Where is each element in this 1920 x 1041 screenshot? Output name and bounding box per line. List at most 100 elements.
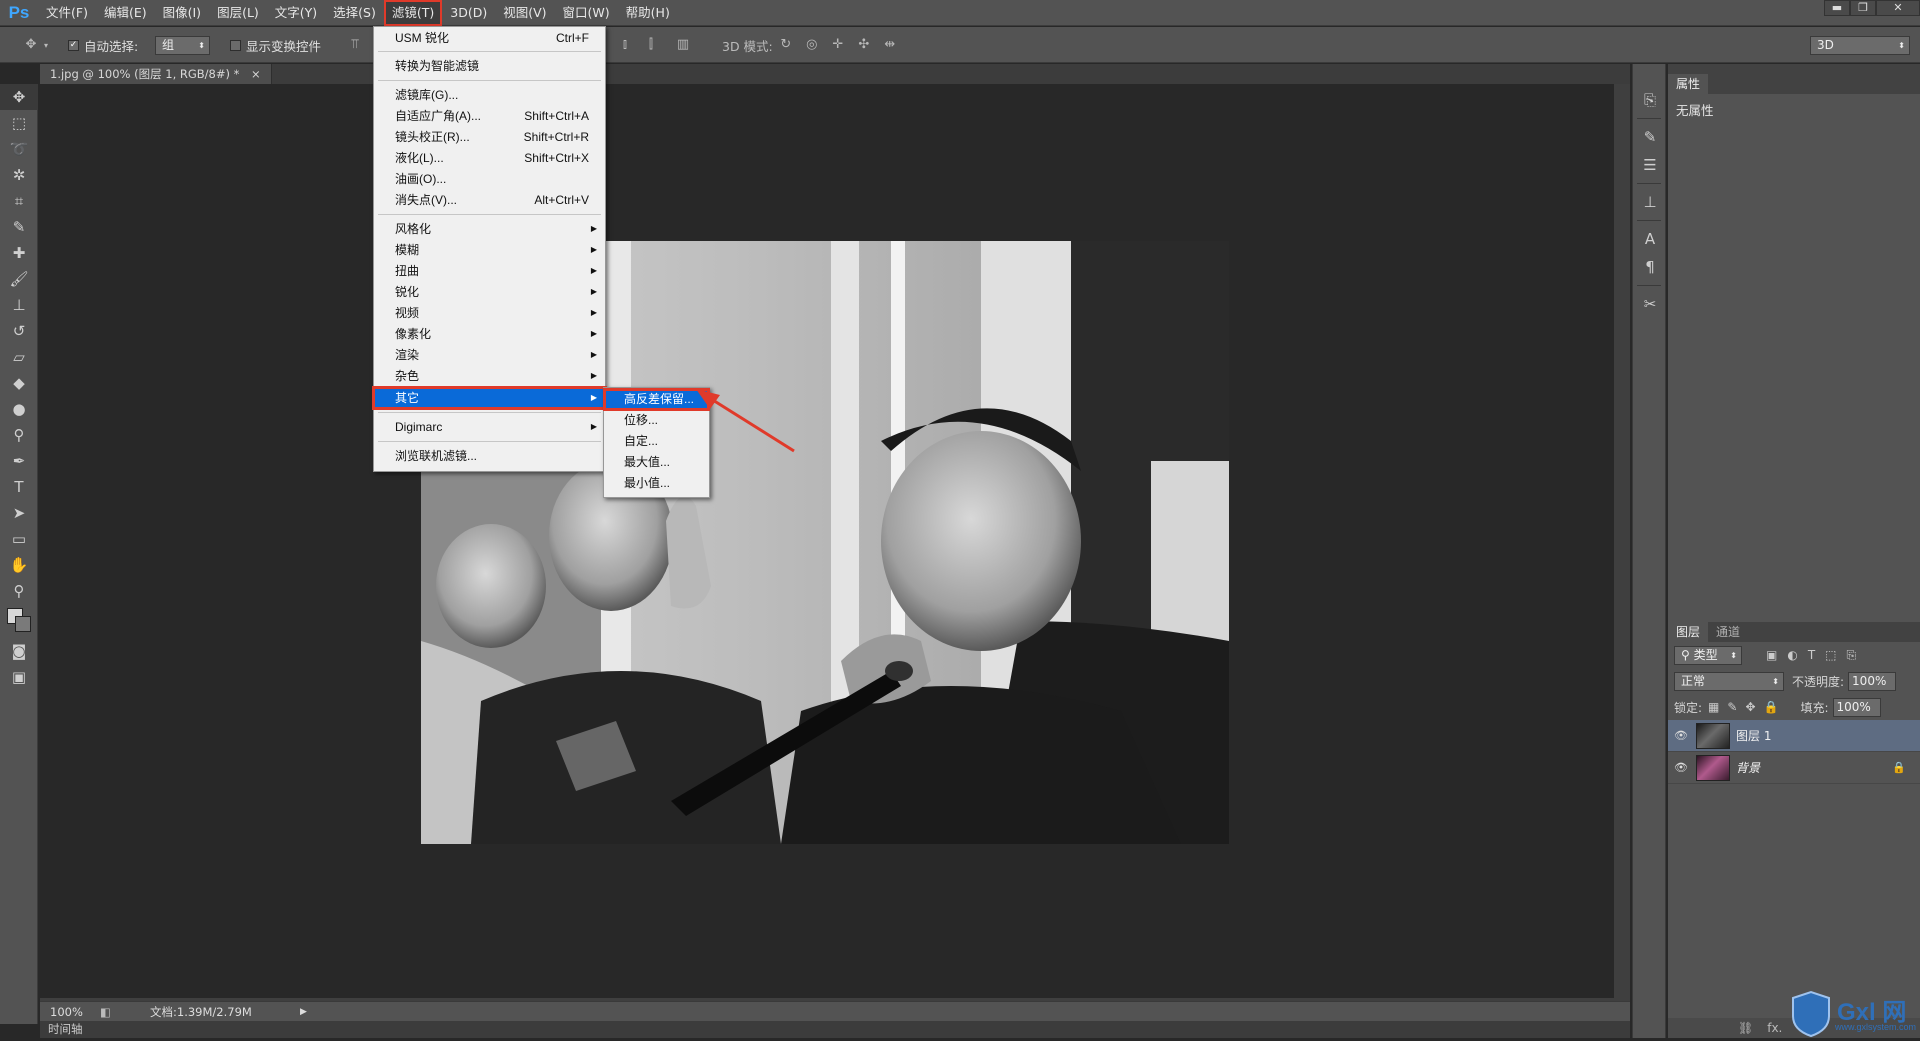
screen-mode-icon[interactable]: ▣: [0, 664, 38, 690]
layer-name[interactable]: 图层 1: [1736, 727, 1771, 744]
filter-smart-object-icon[interactable]: ⎘: [1847, 648, 1857, 663]
restore-button[interactable]: ❐: [1850, 0, 1876, 16]
magic-wand-tool-icon[interactable]: ✲: [0, 162, 38, 188]
brush-tool-icon[interactable]: 🖌: [0, 266, 38, 292]
filter-adjustment-icon[interactable]: ◐: [1787, 648, 1797, 662]
timeline-panel-tab[interactable]: 时间轴: [40, 1021, 1630, 1038]
layer-kind-filter[interactable]: ⚲ 类型 ⬍: [1674, 645, 1742, 665]
menu-type[interactable]: 文字(Y): [267, 0, 325, 26]
menu-item-stylize[interactable]: 风格化 ▶: [374, 219, 605, 239]
menu-window[interactable]: 窗口(W): [555, 0, 618, 26]
tab-layers[interactable]: 图层: [1668, 622, 1709, 642]
lasso-tool-icon[interactable]: ➰: [0, 136, 38, 162]
color-swatches[interactable]: [0, 604, 38, 638]
slide-3d-icon[interactable]: ✣: [855, 37, 873, 53]
menu-item-render[interactable]: 渲染 ▶: [374, 345, 605, 365]
menu-filter[interactable]: 滤镜(T): [383, 0, 443, 26]
crop-tool-icon[interactable]: ⌗: [0, 188, 38, 214]
photoshop-logo-icon[interactable]: Ps: [0, 0, 38, 26]
history-brush-tool-icon[interactable]: ↺: [0, 318, 38, 344]
visibility-eye-icon[interactable]: 👁: [1674, 729, 1690, 742]
menu-item-liquify[interactable]: 液化(L)... Shift+Ctrl+X: [374, 148, 605, 168]
zoom-tool-icon[interactable]: ⚲: [0, 578, 38, 604]
menu-item-distort[interactable]: 扭曲 ▶: [374, 261, 605, 281]
layer-row[interactable]: 👁 背景 🔒: [1668, 752, 1920, 784]
submenu-item-minimum[interactable]: 最小值...: [604, 473, 709, 494]
history-panel-icon[interactable]: ⎘: [1633, 86, 1667, 114]
paragraph-panel-icon[interactable]: ¶: [1633, 253, 1667, 281]
pen-tool-icon[interactable]: ✒: [0, 448, 38, 474]
lock-all-icon[interactable]: 🔒: [1764, 700, 1779, 714]
eyedropper-tool-icon[interactable]: ✎: [0, 214, 38, 240]
align-top-icon[interactable]: ⫪: [346, 37, 364, 53]
scale-3d-icon[interactable]: ⇹: [881, 37, 899, 53]
path-selection-tool-icon[interactable]: ➤: [0, 500, 38, 526]
menu-item-noise[interactable]: 杂色 ▶: [374, 366, 605, 386]
menu-item-browse-online-filters[interactable]: 浏览联机滤镜...: [374, 446, 605, 466]
link-layers-icon[interactable]: ⛓: [1738, 1021, 1753, 1035]
pan-3d-icon[interactable]: ✛: [829, 37, 847, 53]
move-tool-icon[interactable]: ✥: [0, 84, 38, 110]
menu-view[interactable]: 视图(V): [495, 0, 554, 26]
zoom-level[interactable]: 100%: [50, 1005, 100, 1019]
fill-input[interactable]: 100%: [1832, 697, 1881, 717]
menu-item-blur[interactable]: 模糊 ▶: [374, 240, 605, 260]
filter-shape-icon[interactable]: ⬚: [1825, 648, 1836, 662]
menu-edit[interactable]: 编辑(E): [96, 0, 155, 26]
close-button[interactable]: ✕: [1876, 0, 1920, 16]
menu-3d[interactable]: 3D(D): [442, 0, 495, 26]
menu-item-lens-correction[interactable]: 镜头校正(R)... Shift+Ctrl+R: [374, 127, 605, 147]
tab-properties[interactable]: 属性: [1668, 74, 1709, 94]
eraser-tool-icon[interactable]: ▱: [0, 344, 38, 370]
marquee-tool-icon[interactable]: ⬚: [0, 110, 38, 136]
healing-brush-tool-icon[interactable]: ✚: [0, 240, 38, 266]
tool-presets-panel-icon[interactable]: ✂: [1633, 290, 1667, 318]
rectangle-tool-icon[interactable]: ▭: [0, 526, 38, 552]
status-info-icon[interactable]: ◧: [100, 1005, 120, 1019]
paint-bucket-tool-icon[interactable]: ◆: [0, 370, 38, 396]
visibility-eye-icon[interactable]: 👁: [1674, 761, 1690, 774]
menu-item-pixelate[interactable]: 像素化 ▶: [374, 324, 605, 344]
blend-mode-dropdown[interactable]: 正常 ⬍: [1674, 671, 1784, 691]
menu-file[interactable]: 文件(F): [38, 0, 96, 26]
type-tool-icon[interactable]: T: [0, 474, 38, 500]
document-tab[interactable]: 1.jpg @ 100% (图层 1, RGB/8#) * ×: [40, 64, 272, 84]
move-tool-icon[interactable]: ✥: [22, 37, 40, 53]
distribute-right-icon[interactable]: ⫿: [642, 37, 660, 53]
character-panel-icon[interactable]: A: [1633, 225, 1667, 253]
auto-align-icon[interactable]: ▥: [674, 37, 692, 53]
layer-style-button[interactable]: fx.: [1767, 1021, 1782, 1035]
menu-item-convert-smart-filter[interactable]: 转换为智能滤镜: [374, 56, 605, 76]
menu-item-usm-sharpen[interactable]: USM 锐化 Ctrl+F: [374, 28, 605, 48]
menu-item-oil-paint[interactable]: 油画(O)...: [374, 169, 605, 189]
filter-pixel-icon[interactable]: ▣: [1766, 648, 1777, 662]
distribute-center-icon[interactable]: ⫾: [616, 37, 634, 53]
quick-mask-icon[interactable]: ◙: [0, 638, 38, 664]
menu-item-other[interactable]: 其它 ▶: [372, 386, 607, 410]
menu-item-vanishing-point[interactable]: 消失点(V)... Alt+Ctrl+V: [374, 190, 605, 210]
tab-close-icon[interactable]: ×: [251, 67, 261, 81]
menu-item-filter-gallery[interactable]: 滤镜库(G)...: [374, 85, 605, 105]
menu-item-video[interactable]: 视频 ▶: [374, 303, 605, 323]
menu-select[interactable]: 选择(S): [325, 0, 384, 26]
hand-tool-icon[interactable]: ✋: [0, 552, 38, 578]
menu-help[interactable]: 帮助(H): [618, 0, 678, 26]
menu-item-digimarc[interactable]: Digimarc ▶: [374, 417, 605, 437]
dodge-tool-icon[interactable]: ⚲: [0, 422, 38, 448]
clone-source-panel-icon[interactable]: ⊥: [1633, 188, 1667, 216]
brush-panel-icon[interactable]: ✎: [1633, 123, 1667, 151]
filter-type-icon[interactable]: T: [1808, 648, 1815, 662]
background-color-swatch[interactable]: [15, 616, 31, 632]
layer-row[interactable]: 👁 图层 1: [1668, 720, 1920, 752]
menu-item-sharpen[interactable]: 锐化 ▶: [374, 282, 605, 302]
menu-item-adaptive-wide-angle[interactable]: 自适应广角(A)... Shift+Ctrl+A: [374, 106, 605, 126]
lock-transparent-icon[interactable]: ▦: [1708, 700, 1719, 714]
opacity-input[interactable]: 100%: [1848, 671, 1897, 691]
auto-select-dropdown[interactable]: 组 ⬍: [155, 35, 210, 55]
roll-3d-icon[interactable]: ◎: [803, 37, 821, 53]
workspace-dropdown[interactable]: 3D ⬍: [1810, 35, 1910, 55]
tab-channels[interactable]: 通道: [1708, 622, 1748, 642]
layer-name[interactable]: 背景: [1736, 759, 1760, 776]
lock-position-icon[interactable]: ✥: [1745, 700, 1755, 714]
submenu-item-maximum[interactable]: 最大值...: [604, 452, 709, 473]
